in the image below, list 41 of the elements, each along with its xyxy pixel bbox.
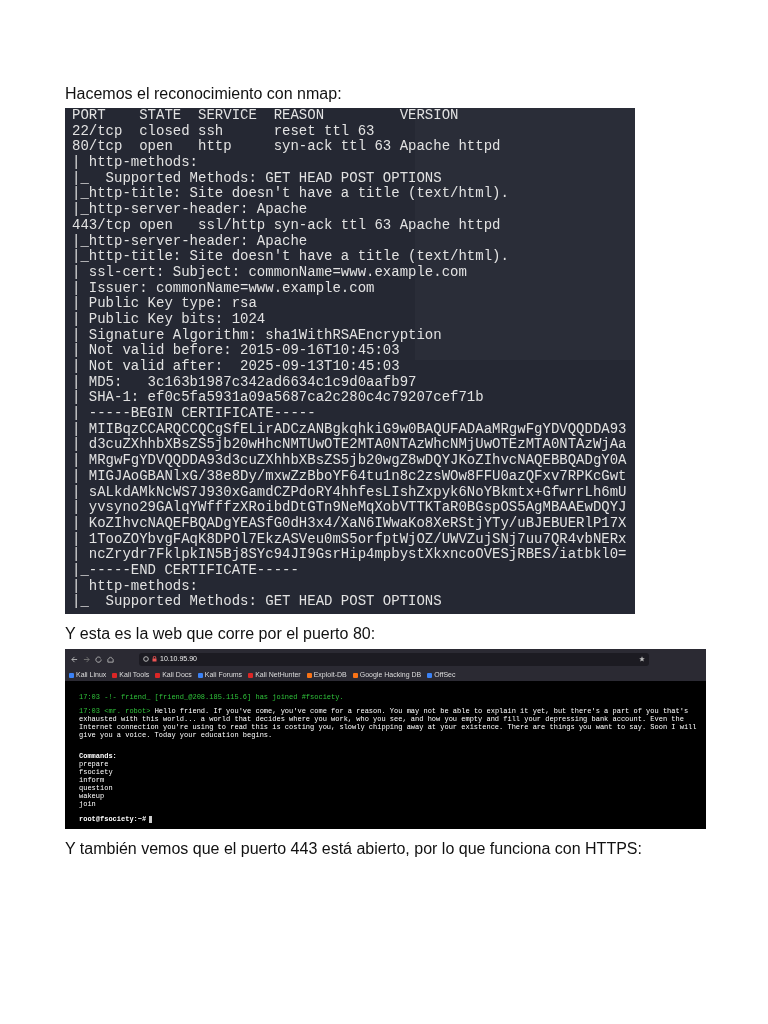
lock-icon bbox=[152, 656, 157, 662]
back-icon[interactable] bbox=[71, 655, 78, 663]
terminal-line: | Signature Algorithm: sha1WithRSAEncryption bbox=[72, 327, 442, 343]
terminal-line: | MD5: 3c163b1987c342ad6634c1c9d0aafb97 bbox=[72, 374, 417, 390]
terminal-line: | SHA-1: ef0c5fa5931a09a5687ca2c280c4c79207cef71b bbox=[72, 390, 484, 406]
terminal-line: 80/tcp open http syn-ack ttl 63 Apache httpd bbox=[72, 139, 501, 155]
terminal-line: | Public Key bits: 1024 bbox=[72, 311, 266, 328]
terminal-line: | Public Key type: rsa bbox=[72, 296, 257, 312]
terminal-line: | 1TooZOYbvgFAqK8DPOl7EkzASVeu0mS5orfptWjOZ/UWVZujSNj7uu7QR4vbNERx bbox=[72, 531, 627, 547]
terminal-line: | http-methods: bbox=[72, 155, 199, 171]
terminal-line: | ssl-cert: Subject: commonName=www.example.com bbox=[72, 264, 467, 281]
terminal-line: |_http-server-header: Apache bbox=[72, 202, 308, 218]
terminal-line: 443/tcp open ssl/http syn-ack ttl 63 Apache httpd bbox=[72, 217, 501, 234]
terminal-line: | yvsyno29GAlqYWfffzXRoibdDtGTn9NeMqXobVTTKTaR0BGspOS5AgMBAAEwDQYJ bbox=[72, 500, 627, 516]
terminal-line: | -----BEGIN CERTIFICATE----- bbox=[72, 406, 316, 422]
terminal-line: | MRgwFgYDVQQDDA93d3cuZXhhbXBsZS5jb20wgZ8wDQYJKoZIhvcNAQEBBQADgY0A bbox=[72, 453, 627, 469]
terminal-line: | Issuer: commonName=www.example.com bbox=[72, 280, 375, 296]
terminal-line: | Not valid before: 2015-09-16T10:45:03 bbox=[72, 343, 400, 359]
terminal-line: |_-----END CERTIFICATE----- bbox=[72, 562, 299, 579]
terminal-line: |_ Supported Methods: GET HEAD POST OPTIONS bbox=[72, 170, 442, 186]
caption: Y también vemos que el puerto 443 está abierto, por lo que funciona con HTTPS: bbox=[65, 839, 643, 859]
terminal-line: | MIGJAoGBANlxG/38e8Dy/mxwZzBboYF64tu1n8c2zsWOw8FFU0azQFxv7RPKcGwt bbox=[72, 468, 627, 485]
terminal-line: | d3cuZXhhbXBsZS5jb20wHhcNMTUwOTE2MTA0NTAzWhcNMjUwOTEzMTA0NTAzWjAa bbox=[72, 437, 627, 453]
terminal-line: |_http-title: Site doesn't have a title (text/html). bbox=[72, 186, 509, 202]
terminal-line: | ncZrydr7FklpkIN5Bj8SYc94JI9GsrHip4mpbystXkxncoOVESjRBES/iatbkl0= bbox=[72, 547, 627, 563]
terminal-line: |_http-title: Site doesn't have a title (text/html). bbox=[72, 249, 509, 265]
forward-icon[interactable] bbox=[83, 655, 90, 663]
terminal-line: | Not valid after: 2025-09-13T10:45:03 bbox=[72, 359, 400, 375]
terminal-line: | MIIBqzCCARQCCQCgSfELirADCzANBgkqhkiG9w0BAQUFADAaMRgwFgYDVQQDDA93 bbox=[72, 421, 627, 437]
terminal-line: PORT STATE SERVICE REASON VERSION bbox=[72, 108, 459, 124]
terminal-line: |_ Supported Methods: GET HEAD POST OPTIONS bbox=[72, 594, 442, 610]
terminal-line: | http-methods: bbox=[72, 578, 199, 594]
terminal-line: 22/tcp closed ssh reset ttl 63 bbox=[72, 123, 375, 139]
caption: Hacemos el reconocimiento con nmap: bbox=[65, 84, 343, 104]
terminal-line: | sALkdAMkNcWS7J930xGamdCZPdoRY4hhfesLIshZxpyk6NoYBkmtx+GfwrrLh6mU bbox=[72, 484, 627, 500]
star-icon[interactable] bbox=[639, 656, 645, 662]
terminal-line: | KoZIhvcNAQEFBQADgYEASfG0dH3x4/XaN6IWwaKo8XeRStjYTy/uBJEBUERlP17X bbox=[72, 515, 627, 532]
caption: Y esta es la web que corre por el puerto 80: bbox=[65, 624, 377, 644]
text-cursor bbox=[149, 815, 153, 823]
home-icon[interactable] bbox=[107, 655, 114, 663]
terminal-line: |_http-server-header: Apache bbox=[72, 233, 308, 249]
